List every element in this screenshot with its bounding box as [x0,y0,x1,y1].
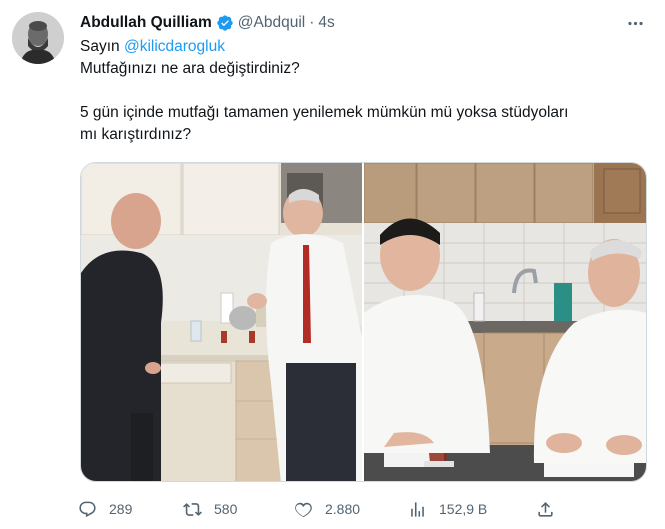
tweet-text: Sayın @kilicdarogluk Mutfağınızı ne ara … [80,36,650,146]
reply-button[interactable]: 289 [78,500,132,519]
more-dots-icon [627,21,643,25]
tweet-line-4: mı karıştırdınız? [80,126,192,143]
tweet-header: Abdullah Quilliam @Abdquil · 4s [80,12,335,34]
like-button[interactable]: 2.880 [294,500,360,519]
tweet-line-1-prefix: Sayın [80,38,124,55]
share-icon [538,501,553,517]
author-name[interactable]: Abdullah Quilliam [80,14,212,32]
author-handle[interactable]: @Abdquil [238,14,305,32]
action-bar: 289 580 2.880 152,9 B [78,496,648,522]
timestamp[interactable]: 4s [318,14,334,32]
tweet[interactable]: Abdullah Quilliam @Abdquil · 4s Sayın @k… [0,0,665,529]
retweet-button[interactable]: 580 [183,500,237,519]
avatar-portrait-icon [12,12,64,64]
mention-link[interactable]: @kilicdarogluk [124,38,225,55]
verified-badge-icon [217,15,233,31]
separator-dot: · [309,14,315,31]
views-button[interactable]: 152,9 B [408,500,487,519]
retweet-count: 580 [214,501,238,517]
photo-kitchen-left[interactable] [81,163,362,481]
heart-icon [295,502,312,517]
photo-kitchen-right[interactable] [364,163,646,481]
views-count: 152,9 B [439,501,488,517]
reply-count: 289 [109,501,133,517]
retweet-icon [183,502,202,516]
tweet-media [80,162,647,482]
tweet-line-1: Sayın @kilicdarogluk [80,36,650,58]
tweet-line-3: 5 gün içinde mutfağı tamamen yenilemek m… [80,104,569,121]
avatar[interactable] [12,12,64,64]
like-count: 2.880 [325,501,361,517]
share-button[interactable] [536,500,555,519]
views-chart-icon [411,501,424,517]
tweet-line-2: Mutfağınızı ne ara değiştirdiniz? [80,60,300,77]
more-options-button[interactable] [623,12,647,34]
reply-icon [79,501,96,517]
